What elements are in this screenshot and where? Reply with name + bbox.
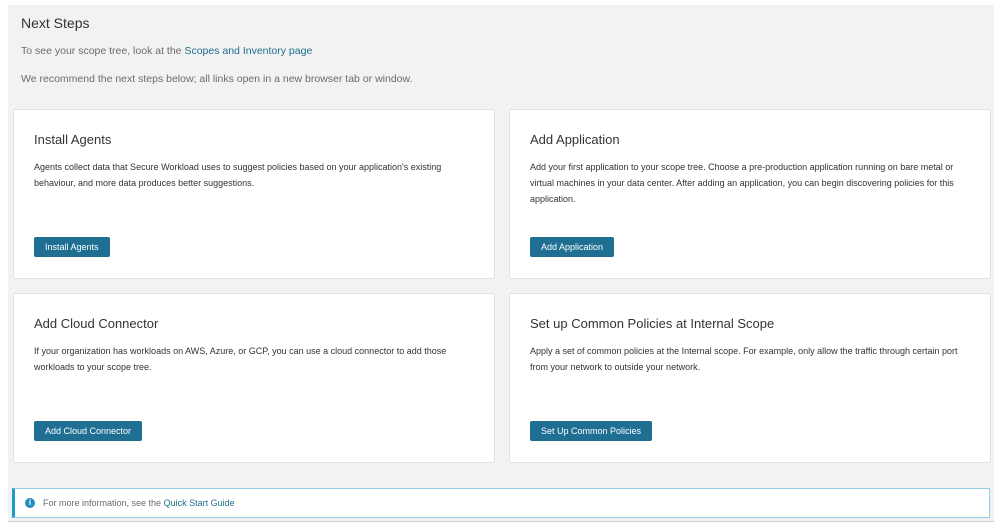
card-title: Add Application xyxy=(530,132,620,147)
scope-tree-line: To see your scope tree, look at the Scop… xyxy=(21,45,312,57)
info-prefix: For more information, see the xyxy=(43,498,164,508)
recommend-text: We recommend the next steps below; all l… xyxy=(21,73,413,85)
card-text: Add your first application to your scope… xyxy=(530,162,954,204)
set-up-common-policies-button[interactable]: Set Up Common Policies xyxy=(530,421,653,441)
page-title: Next Steps xyxy=(21,15,90,31)
add-cloud-connector-card: Add Cloud Connector If your organization… xyxy=(13,293,495,463)
card-text: Agents collect data that Secure Workload… xyxy=(34,162,442,188)
add-application-card: Add Application Add your first applicati… xyxy=(509,109,991,279)
add-application-button[interactable]: Add Application xyxy=(530,237,615,257)
install-agents-button[interactable]: Install Agents xyxy=(34,237,110,257)
card-title: Set up Common Policies at Internal Scope xyxy=(530,316,775,331)
scopes-inventory-link[interactable]: Scopes and Inventory page xyxy=(184,45,312,57)
scope-line-text: To see your scope tree, look at the xyxy=(21,45,185,57)
info-icon: i xyxy=(25,498,35,508)
card-text: If your organization has workloads on AW… xyxy=(34,346,447,372)
add-cloud-connector-button[interactable]: Add Cloud Connector xyxy=(34,421,143,441)
common-policies-card: Set up Common Policies at Internal Scope… xyxy=(509,293,991,463)
card-text: Apply a set of common policies at the In… xyxy=(530,346,958,372)
info-text: For more information, see the Quick Star… xyxy=(43,498,235,508)
card-title: Add Cloud Connector xyxy=(34,316,159,331)
info-banner: i For more information, see the Quick St… xyxy=(12,488,990,518)
quick-start-guide-link[interactable]: Quick Start Guide xyxy=(164,498,235,508)
install-agents-card: Install Agents Agents collect data that … xyxy=(13,109,495,279)
card-title: Install Agents xyxy=(34,132,112,147)
